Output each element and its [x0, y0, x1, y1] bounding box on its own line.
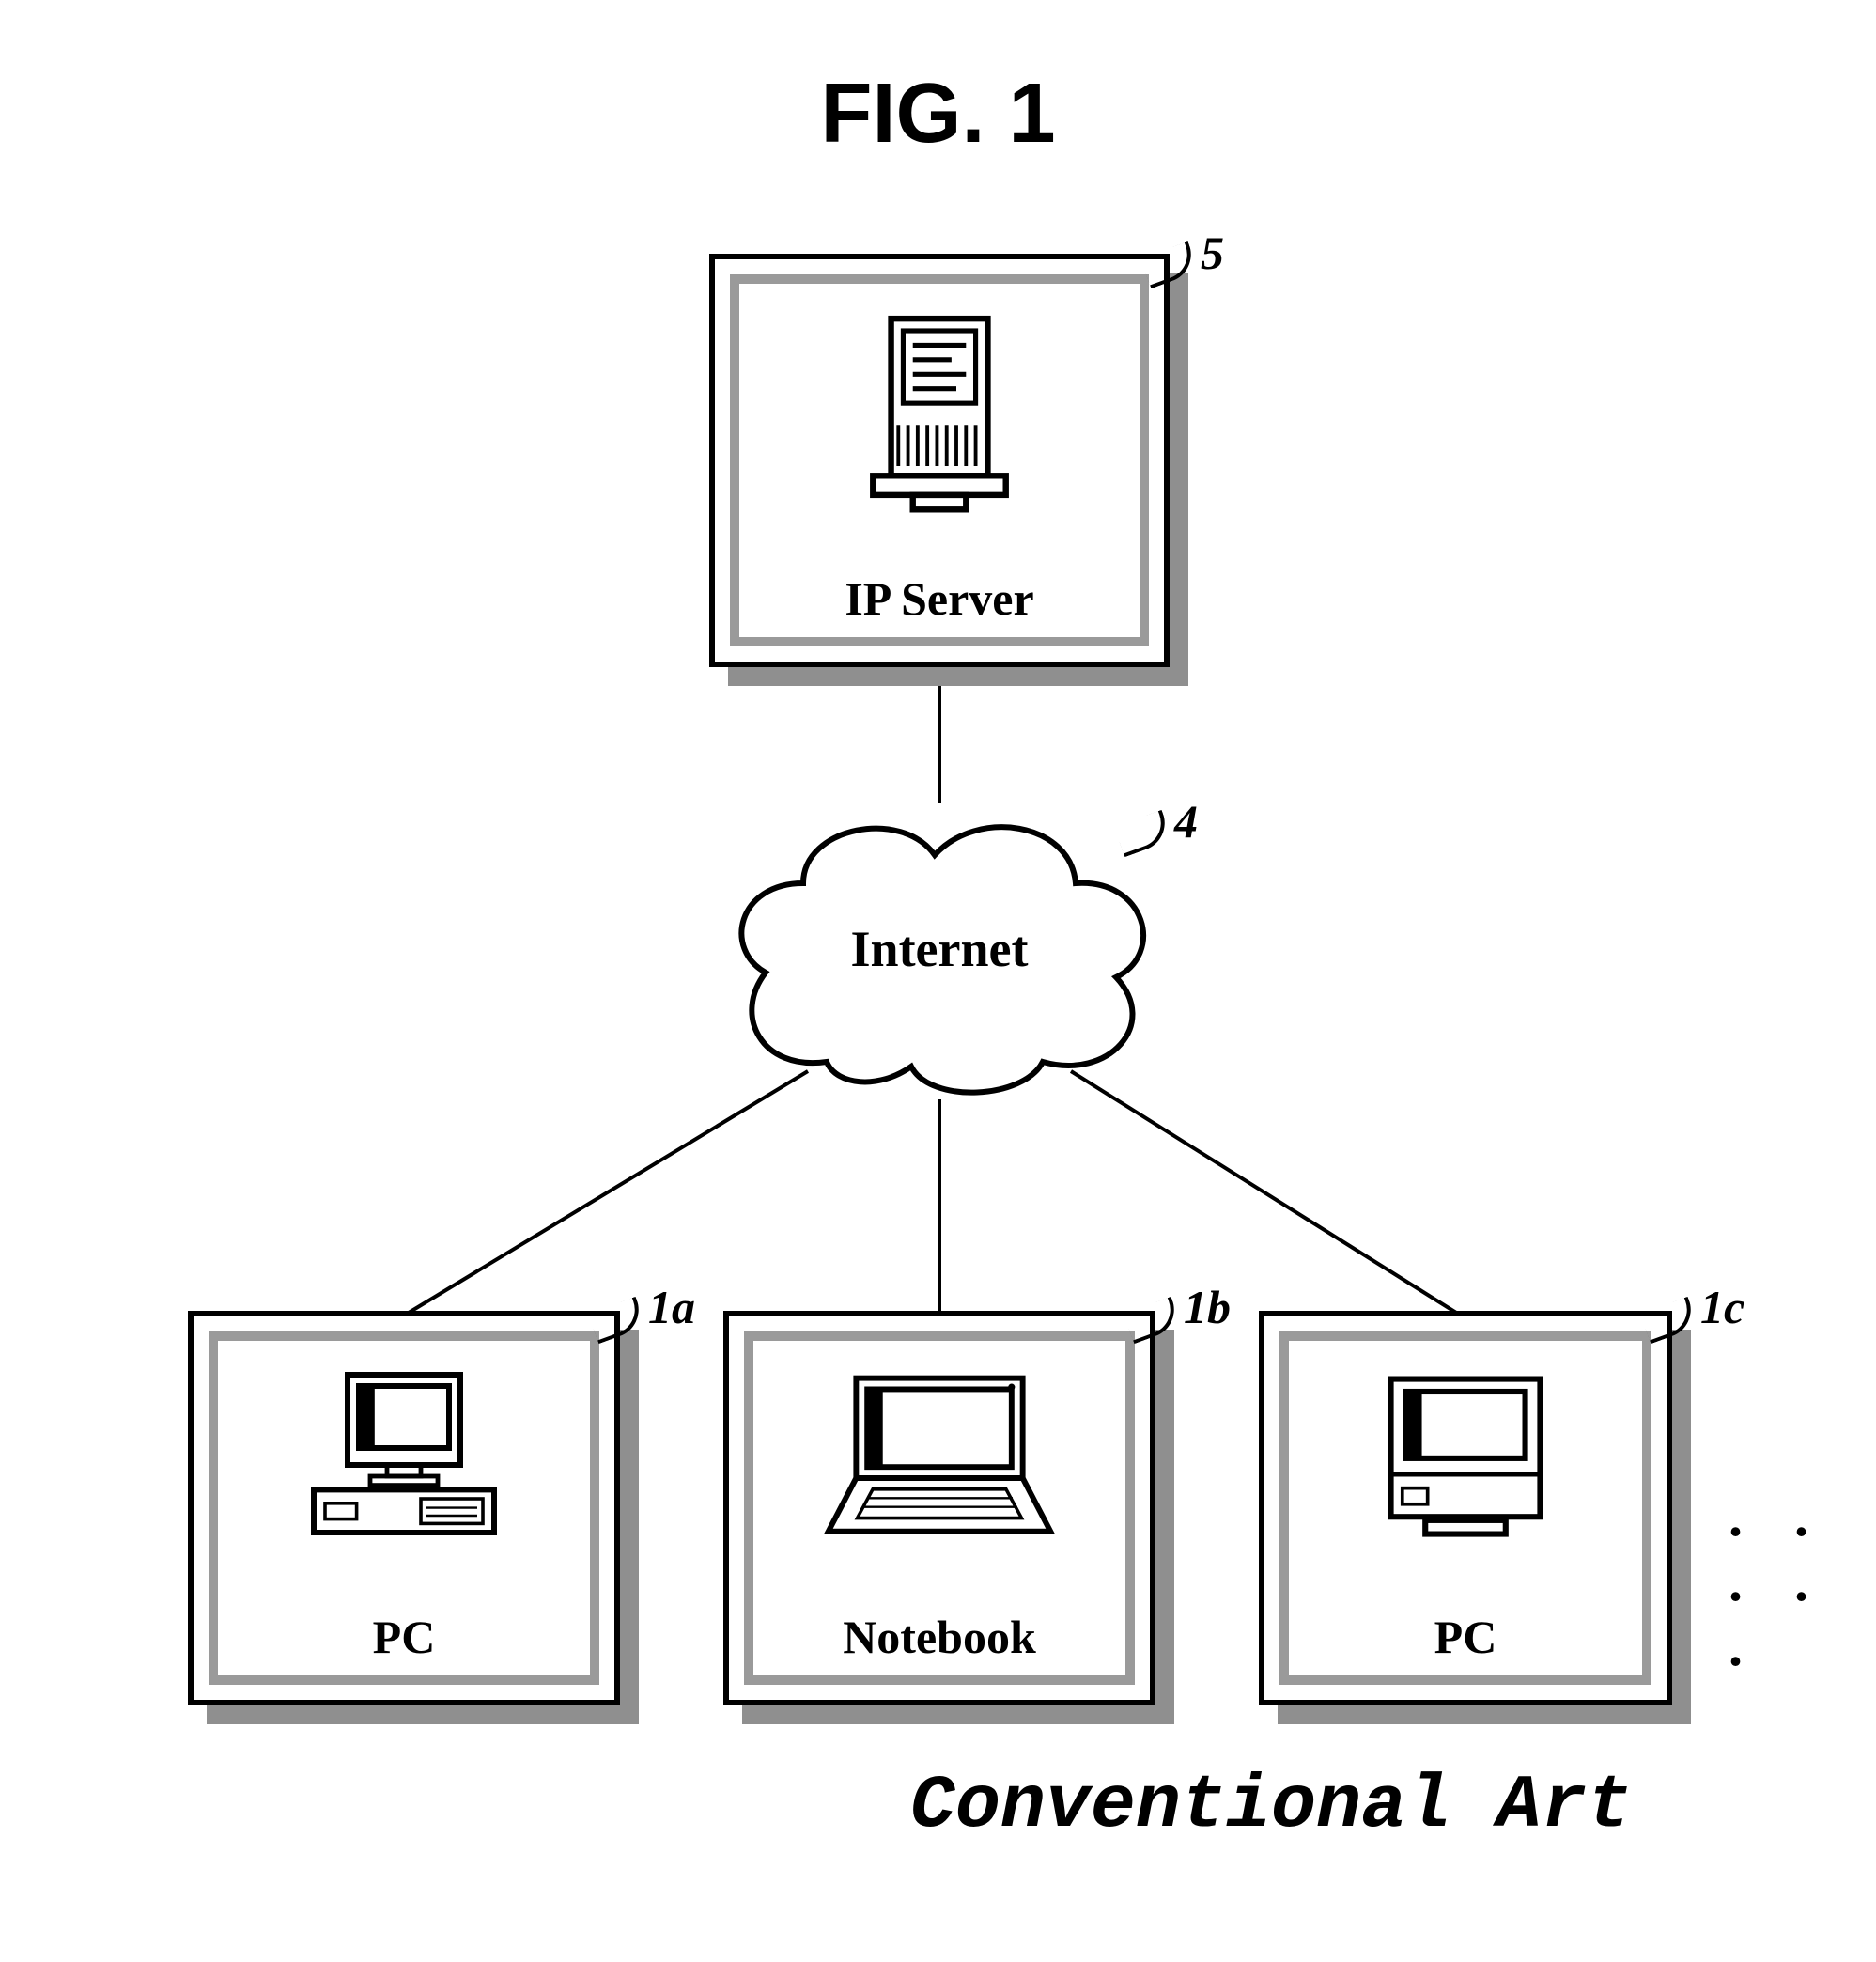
server-icon [855, 303, 1024, 528]
cloud: Internet [714, 789, 1165, 1109]
diagram-canvas: FIG. 1 [0, 0, 1876, 1962]
desktop-pc-icon [291, 1360, 517, 1548]
server-ref: 5 [1201, 226, 1224, 280]
server-label: IP Server [845, 571, 1033, 637]
client-c-panel: PC [1259, 1311, 1672, 1705]
client-b-label: Notebook [843, 1610, 1036, 1675]
figure-caption: Conventional Art [910, 1764, 1632, 1849]
cloud-label: Internet [851, 920, 1029, 978]
laptop-icon [817, 1360, 1062, 1548]
client-c-label: PC [1434, 1610, 1497, 1675]
client-b-panel: Notebook [723, 1311, 1155, 1705]
client-b-ref: 1b [1184, 1280, 1231, 1334]
cloud-ref: 4 [1174, 794, 1198, 849]
client-a-panel: PC [188, 1311, 620, 1705]
compact-pc-icon [1362, 1360, 1569, 1548]
client-c-ref: 1c [1700, 1280, 1744, 1334]
client-a-ref: 1a [648, 1280, 695, 1334]
client-a-label: PC [373, 1610, 436, 1675]
ellipsis: . . . . . [1729, 1485, 1876, 1679]
server-panel: IP Server [709, 254, 1170, 667]
